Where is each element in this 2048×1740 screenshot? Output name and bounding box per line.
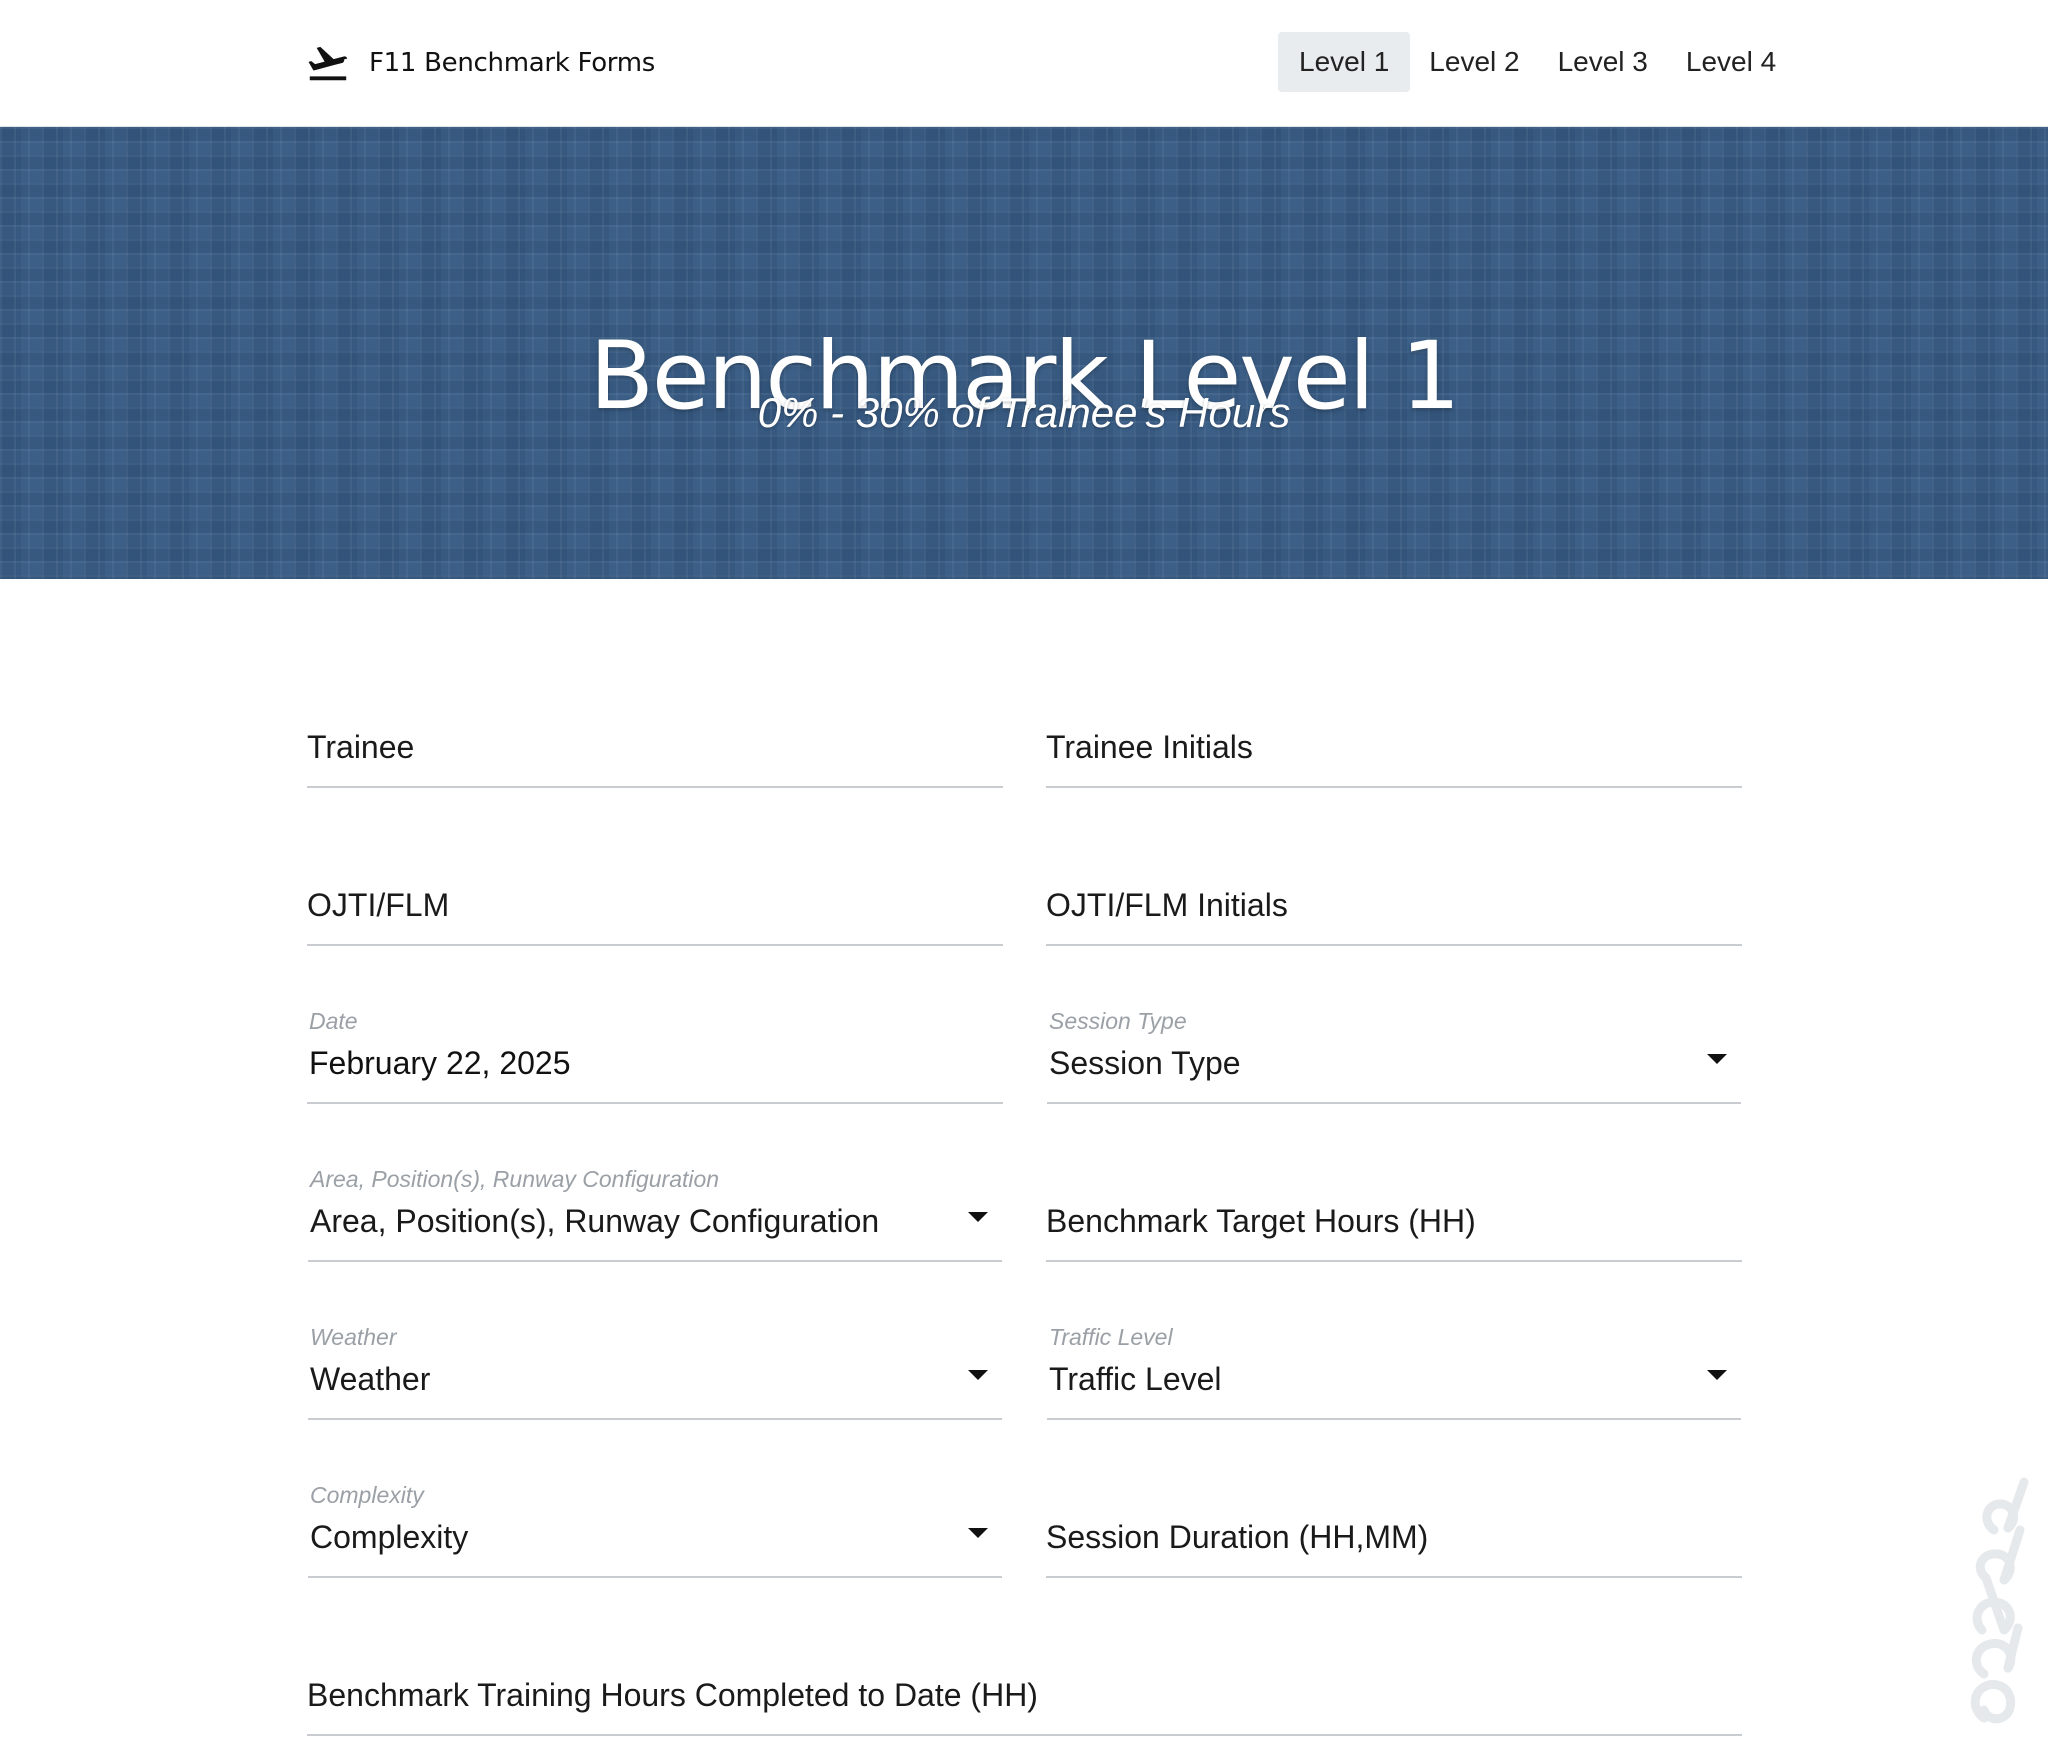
session-type-label: Session Type (1049, 1008, 1187, 1034)
chevron-down-icon (1707, 1054, 1727, 1064)
weather-value: Weather (310, 1361, 431, 1397)
weather-select[interactable]: Weather Weather (308, 1324, 1002, 1420)
chevron-down-icon (968, 1370, 988, 1380)
session-duration-field[interactable]: Session Duration (HH,MM) (1046, 1488, 1742, 1578)
session-duration-placeholder: Session Duration (HH,MM) (1046, 1519, 1429, 1555)
complexity-value: Complexity (310, 1519, 469, 1555)
nav-level-3[interactable]: Level 3 (1539, 32, 1667, 92)
trainee-initials-placeholder: Trainee Initials (1046, 729, 1253, 765)
chevron-down-icon (968, 1528, 988, 1538)
nav-level-2[interactable]: Level 2 (1410, 32, 1538, 92)
watermark-logo (1970, 1477, 2029, 1724)
trainee-field[interactable]: Trainee (307, 698, 1003, 788)
brand-link[interactable]: F11 Benchmark Forms (305, 40, 655, 86)
target-hours-field[interactable]: Benchmark Target Hours (HH) (1046, 1172, 1742, 1262)
ojti-initials-placeholder: OJTI/FLM Initials (1046, 887, 1288, 923)
area-select[interactable]: Area, Position(s), Runway Configuration … (308, 1166, 1002, 1262)
session-type-value: Session Type (1049, 1045, 1241, 1081)
brand-title: F11 Benchmark Forms (369, 48, 656, 78)
date-value: February 22, 2025 (309, 1045, 571, 1081)
target-hours-placeholder: Benchmark Target Hours (HH) (1046, 1203, 1476, 1239)
area-value: Area, Position(s), Runway Configuration (310, 1203, 880, 1239)
chevron-down-icon (1707, 1370, 1727, 1380)
trainee-initials-field[interactable]: Trainee Initials (1046, 698, 1742, 788)
date-label: Date (309, 1008, 358, 1034)
session-type-select[interactable]: Session Type Session Type (1047, 1008, 1741, 1104)
hero-banner: Benchmark Level 1 0% - 30% of Trainee's … (0, 127, 2048, 579)
top-navbar: F11 Benchmark Forms Level 1 Level 2 Leve… (0, 0, 2048, 127)
complexity-label: Complexity (310, 1482, 424, 1508)
page-subtitle: 0% - 30% of Trainee's Hours (757, 389, 1291, 436)
ojti-field[interactable]: OJTI/FLM (307, 856, 1003, 946)
hours-completed-field[interactable]: Benchmark Training Hours Completed to Da… (307, 1646, 1742, 1736)
traffic-level-label: Traffic Level (1049, 1324, 1173, 1350)
hours-completed-placeholder: Benchmark Training Hours Completed to Da… (307, 1677, 1038, 1713)
trainee-placeholder: Trainee (307, 729, 415, 765)
date-field[interactable]: Date February 22, 2025 (307, 1008, 1003, 1104)
chevron-down-icon (968, 1212, 988, 1222)
nav-level-1[interactable]: Level 1 (1278, 32, 1411, 92)
area-label: Area, Position(s), Runway Configuration (310, 1166, 720, 1192)
weather-label: Weather (310, 1324, 397, 1350)
ojti-initials-field[interactable]: OJTI/FLM Initials (1046, 856, 1742, 946)
nav-level-4[interactable]: Level 4 (1667, 32, 1795, 92)
ojti-placeholder: OJTI/FLM (307, 887, 450, 923)
level-nav: Level 1 Level 2 Level 3 Level 4 (1278, 32, 1795, 92)
traffic-level-value: Traffic Level (1049, 1361, 1222, 1397)
airplane-departure-icon (308, 46, 348, 81)
complexity-select[interactable]: Complexity Complexity (308, 1482, 1002, 1578)
traffic-level-select[interactable]: Traffic Level Traffic Level (1047, 1324, 1741, 1420)
